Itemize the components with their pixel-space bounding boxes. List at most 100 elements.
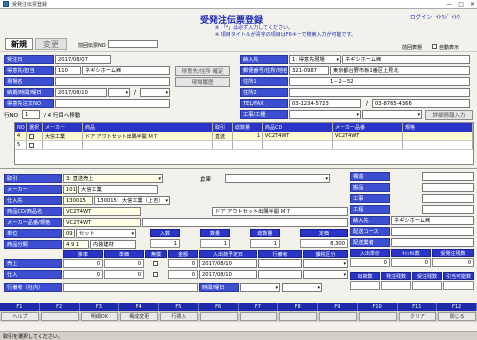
buy-free-checkbox[interactable] (153, 272, 158, 277)
spec-input[interactable] (142, 218, 348, 227)
class-name-input[interactable]: 内装建材 (90, 240, 136, 249)
unit-code-input[interactable]: 09 (63, 229, 75, 238)
cell-maker: 大信工業 (43, 132, 83, 140)
sale-price-input[interactable]: 0 (104, 259, 144, 268)
f6-button[interactable] (199, 312, 238, 321)
customer-code-input[interactable]: 110 (55, 66, 81, 75)
delivery-name-input[interactable]: ネギシホーム㈱ (342, 55, 470, 64)
work-select[interactable] (289, 110, 361, 119)
buy-date-input[interactable]: 2017/08/10 (199, 270, 257, 279)
unit-select[interactable]: セット (76, 229, 136, 238)
f10-button[interactable] (358, 312, 397, 321)
tax-header: 課税区分 (303, 250, 348, 258)
postal-input[interactable]: 321-0987 (289, 66, 329, 75)
f2-button[interactable] (40, 312, 79, 321)
row-select-checkbox[interactable] (29, 142, 34, 148)
auto-display-checkbox[interactable] (432, 44, 437, 49)
sale-date-input[interactable]: 2017/08/10 (199, 259, 257, 268)
table-row[interactable]: 5 (15, 141, 473, 150)
rp-h1-2: 受発注残数 (432, 249, 474, 257)
detail-info-button[interactable]: 詳細情報入力 (425, 110, 473, 120)
buy-amount-input[interactable]: 0 (168, 270, 198, 279)
fax-input[interactable]: 03-8765-4366 (372, 99, 470, 108)
delivery-type-select[interactable]: 1: 得意先現場 (289, 55, 341, 64)
sale-free-checkbox[interactable] (153, 261, 158, 266)
term-day-select[interactable] (140, 88, 170, 97)
tel-input[interactable]: 03-1234-5723 (289, 99, 361, 108)
address3-input[interactable] (289, 88, 470, 97)
qty-input[interactable]: 1 (150, 239, 180, 248)
maximize-button[interactable]: □ (458, 0, 464, 9)
table-row[interactable]: 4 大信工業 ドア アウトセット出隅半開 ＭＴ 直送 1 VC2T4WT VC2… (15, 132, 473, 141)
product-name-input[interactable]: ドア アウトセット出隅半開 ＭＴ (212, 207, 348, 216)
product-code-input[interactable]: VC2T4WT (63, 207, 141, 216)
tab-new[interactable]: 新規 (5, 38, 33, 50)
detail-kind-select[interactable]: 3: 直送売上 (63, 174, 163, 183)
prev-slip-input[interactable] (108, 40, 158, 48)
maker-no-input[interactable]: VC2T4WT (63, 218, 141, 227)
rp-process-label: 工程 (350, 205, 390, 214)
buy-memo-input[interactable] (258, 270, 302, 279)
price-input[interactable]: 8,300 (300, 239, 348, 248)
window-titlebar: 受発注伝票登録 (0, 0, 477, 9)
order-date-input[interactable]: 2017/08/07 (55, 55, 111, 64)
customer-name-input[interactable]: ネギシホーム㈱ (82, 66, 170, 75)
maker-code-input[interactable]: 101 (63, 185, 77, 194)
function-key-bar: F1 F2 F3 F4 F5 F6 F7 F8 F9 F10 F11 F12 (0, 303, 477, 311)
class-code-input[interactable]: 4 9 1 (63, 240, 89, 249)
buy-price-input[interactable]: 0 (104, 270, 144, 279)
status-bar: 取引を選択してください。 (0, 331, 477, 340)
warehouse-select[interactable] (225, 174, 330, 183)
rp-work-input[interactable] (422, 194, 474, 203)
tab-change[interactable]: 変更 (35, 38, 67, 50)
close-button[interactable]: ✕ (470, 0, 475, 9)
work-type-select[interactable] (362, 110, 422, 119)
row-select-checkbox[interactable] (29, 133, 34, 139)
cell-select[interactable] (27, 132, 43, 140)
address2-input[interactable]: 1－2－52 (289, 77, 470, 86)
rp-h2-2: 受注残数 (412, 272, 442, 280)
help-button[interactable]: ヘルプ (1, 312, 39, 321)
total-input[interactable]: 1 (250, 239, 280, 248)
sale-tax-select[interactable] (303, 259, 348, 268)
rp-structure-input[interactable] (422, 172, 474, 181)
address1-input[interactable]: 東京都台野市栃1番区上見北 (330, 66, 470, 75)
cell-select[interactable] (27, 141, 43, 149)
memo-input[interactable] (63, 283, 198, 292)
term-date-input[interactable]: 2017/08/10 (55, 88, 107, 97)
cell-no: 4 (15, 132, 27, 140)
change-structure-button[interactable]: 構成変更 (120, 312, 158, 321)
sale-memo-input[interactable] (258, 259, 302, 268)
rp-carrier-input[interactable] (391, 238, 474, 247)
minimize-button[interactable]: — (446, 0, 452, 9)
maker-name-input[interactable]: 大信工業 (78, 185, 158, 194)
f8-button[interactable] (279, 312, 317, 321)
rp-carry-input[interactable] (422, 183, 474, 192)
sale-rate-input[interactable]: 0 (63, 259, 103, 268)
count-input[interactable]: 1 (200, 239, 230, 248)
insert-row-button[interactable]: 行挿入 (160, 312, 198, 321)
app-icon (3, 1, 9, 7)
site-history-button[interactable]: 現場履歴 (175, 77, 230, 87)
site-input[interactable] (55, 77, 170, 86)
detail-ok-button[interactable]: 明細OK (80, 312, 119, 321)
supplier-select[interactable]: 130015：大信工業（上吉） (94, 196, 170, 205)
rp-process-input[interactable] (422, 205, 474, 214)
buy-tax-select[interactable] (303, 270, 348, 279)
rp-delivery-input[interactable]: ネギシホーム㈱ (391, 216, 474, 225)
timer-select[interactable] (240, 283, 280, 292)
sale-amount-input[interactable]: 0 (168, 259, 198, 268)
row-no-input[interactable]: 1 (22, 110, 40, 119)
buy-rate-input[interactable]: 0 (63, 270, 103, 279)
workname-input[interactable] (55, 99, 170, 108)
f7-button[interactable] (239, 312, 278, 321)
free-header: 無償 (145, 250, 167, 258)
day-select[interactable] (282, 283, 322, 292)
rp-course-input[interactable] (391, 227, 474, 236)
clear-button[interactable]: クリア (398, 312, 437, 321)
close-form-button[interactable]: 閉じる (438, 312, 476, 321)
confirm-customer-button[interactable]: 得意先/住所 確定 (175, 66, 230, 76)
f9-button[interactable] (319, 312, 357, 321)
term-time-select[interactable] (108, 88, 130, 97)
supplier-code-input[interactable]: 130015 (63, 196, 93, 205)
